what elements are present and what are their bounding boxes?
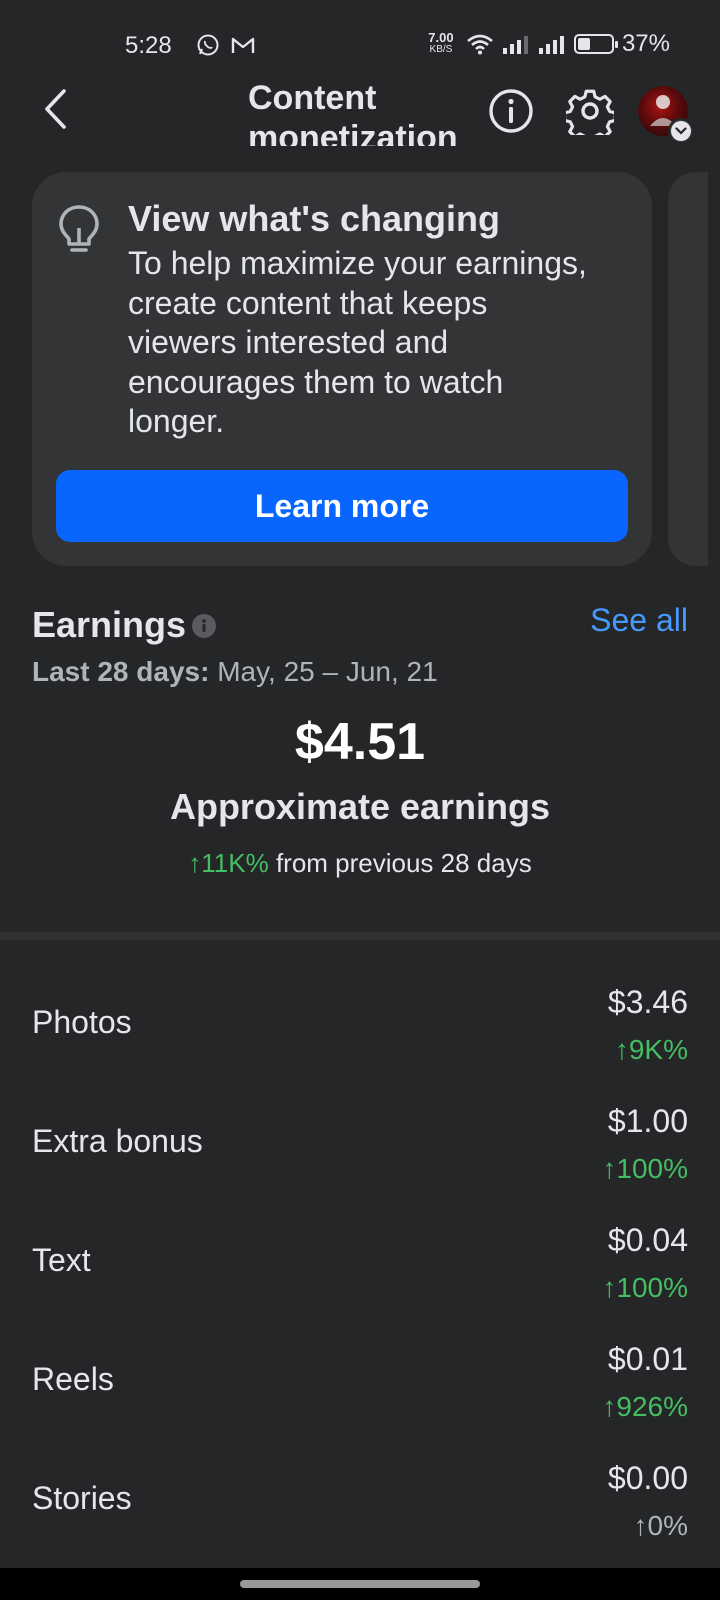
breakdown-value: $0.01 (607, 1341, 688, 1377)
next-promo-card-peek[interactable] (668, 172, 708, 566)
section-divider (0, 932, 720, 940)
gear-icon (566, 89, 614, 135)
status-bar: 5:28 7.00 KB/S 37% (0, 0, 720, 90)
earnings-change-suffix: from previous 28 days (275, 848, 532, 878)
account-switcher-badge[interactable] (668, 118, 694, 144)
breakdown-value: $0.04 (607, 1222, 688, 1258)
battery-level (577, 38, 590, 50)
learn-more-button[interactable]: Learn more (56, 470, 628, 542)
system-nav-bar (0, 1568, 720, 1600)
battery-icon (573, 34, 618, 54)
network-speed-unit: KB/S (429, 44, 453, 55)
breakdown-value: $0.00 (607, 1460, 688, 1496)
see-all-link[interactable]: See all (590, 602, 688, 639)
breakdown-change: ↑926% (602, 1391, 688, 1422)
wifi-icon (467, 34, 493, 55)
page-title: Content monetization (248, 79, 458, 146)
lightbulb-icon (59, 205, 99, 252)
list-item[interactable]: Text $0.04 ↑100% (0, 1198, 720, 1308)
signal-icon-sim2 (538, 36, 564, 54)
list-item[interactable]: Reels $0.01 ↑926% (0, 1317, 720, 1427)
status-right: 7.00 KB/S 37% (424, 30, 670, 58)
notification-icons (196, 33, 256, 57)
promo-body: To help maximize your earnings, create c… (128, 245, 587, 439)
breakdown-name: Extra bonus (32, 1123, 203, 1159)
earnings-amount: $4.51 (294, 713, 426, 771)
promo-card: View what's changing To help maximize yo… (32, 172, 652, 566)
promo-title: View what's changing (128, 198, 500, 239)
chevron-left-icon (45, 89, 66, 129)
gmail-icon (231, 37, 255, 53)
network-speed-value: 7.00 (428, 30, 454, 45)
breakdown-change: ↑100% (602, 1153, 688, 1184)
breakdown-name: Photos (32, 1004, 132, 1040)
breakdown-name: Text (32, 1242, 91, 1278)
breakdown-value: $3.46 (607, 984, 688, 1020)
breakdown-name: Reels (32, 1361, 114, 1397)
info-icon (489, 89, 533, 133)
battery-percent: 37% (621, 30, 670, 57)
earnings-change: ↑11K% from previous 28 days (0, 848, 720, 879)
home-gesture-handle[interactable] (240, 1580, 480, 1588)
breakdown-change: ↑100% (602, 1272, 688, 1303)
back-button[interactable] (36, 84, 76, 134)
info-button[interactable] (486, 86, 536, 136)
breakdown-change: ↑9K% (614, 1034, 688, 1065)
earnings-amount-label: Approximate earnings (169, 786, 551, 827)
settings-button[interactable] (565, 86, 615, 136)
period-range: May, 25 – Jun, 21 (217, 656, 438, 687)
status-time: 5:28 (125, 32, 172, 59)
earnings-period: Last 28 days: May, 25 – Jun, 21 (32, 656, 438, 688)
breakdown-name: Stories (32, 1480, 132, 1516)
profile-avatar[interactable] (638, 86, 694, 144)
list-item[interactable]: Photos $3.46 ↑9K% (0, 960, 720, 1070)
whatsapp-icon (197, 34, 219, 56)
app-header: Content monetization (0, 78, 720, 148)
period-label: Last 28 days: (32, 656, 210, 687)
signal-icon-sim1 (502, 36, 528, 54)
chevron-down-icon (675, 127, 687, 135)
earnings-info-button[interactable] (192, 614, 216, 638)
list-item[interactable]: Extra bonus $1.00 ↑100% (0, 1079, 720, 1189)
info-icon (202, 619, 206, 632)
list-item[interactable]: Stories $0.00 ↑0% (0, 1436, 720, 1546)
breakdown-change: ↑0% (633, 1510, 688, 1541)
earnings-title: Earnings (32, 604, 187, 645)
breakdown-value: $1.00 (607, 1103, 688, 1139)
network-speed: 7.00 KB/S (424, 30, 458, 56)
earnings-change-value: ↑11K% (188, 848, 269, 878)
